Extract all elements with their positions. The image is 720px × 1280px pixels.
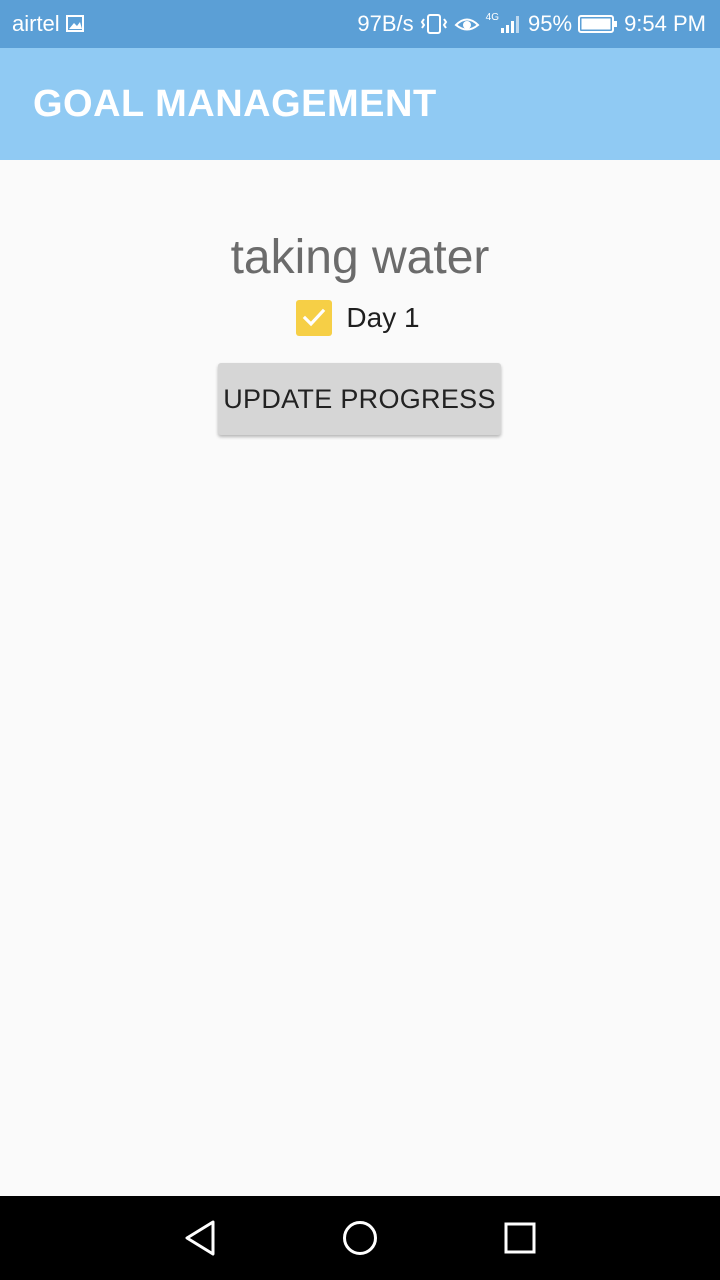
app-bar: GOAL MANAGEMENT [0,48,720,160]
status-bar: airtel 97B/s 4G 95% 9:54 PM [0,0,720,48]
recents-icon[interactable] [498,1216,542,1260]
status-left: airtel [12,11,86,37]
checkmark-icon [303,308,326,327]
home-icon[interactable] [338,1216,382,1260]
status-right: 97B/s 4G 95% 9:54 PM [357,11,706,37]
eye-icon [454,14,480,34]
day-checkbox-label: Day 1 [346,302,420,333]
navigation-bar [0,1196,720,1280]
gallery-icon [65,14,86,34]
vibrate-icon [420,13,448,35]
goal-title: taking water [230,231,490,284]
back-icon[interactable] [178,1216,222,1260]
goal-content: taking water Day 1 UPDATE PROGRESS [0,160,720,1196]
day-checkbox-row[interactable]: Day 1 [0,300,720,336]
signal-icon: 4G [485,11,522,34]
net-speed: 97B/s [357,11,414,36]
day-checkbox[interactable] [296,300,333,336]
battery-icon [578,14,618,34]
battery-percent: 95% [528,11,573,36]
carrier-name: airtel [12,11,60,36]
clock: 9:54 PM [624,11,706,36]
app-title: GOAL MANAGEMENT [33,82,437,125]
network-type: 4G [485,11,500,23]
update-progress-button[interactable]: UPDATE PROGRESS [218,363,501,435]
